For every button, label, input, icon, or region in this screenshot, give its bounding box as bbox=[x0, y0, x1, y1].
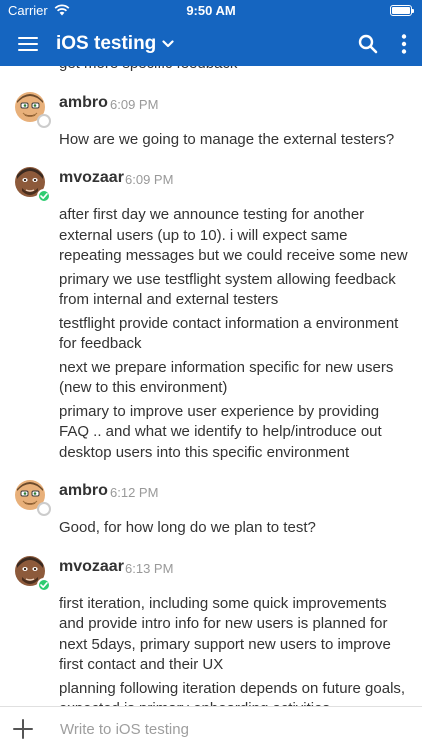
avatar[interactable] bbox=[13, 554, 51, 592]
message-text: primary to improve user experience by pr… bbox=[59, 402, 382, 461]
presence-online-badge bbox=[37, 189, 51, 203]
add-icon[interactable] bbox=[12, 718, 34, 740]
search-icon[interactable] bbox=[358, 34, 378, 54]
message-group: ambro 6:12 PM Good, for how long do we p… bbox=[0, 466, 422, 539]
avatar[interactable] bbox=[13, 478, 51, 516]
battery-icon bbox=[390, 5, 414, 16]
message-text: after first day we announce testing for … bbox=[59, 206, 408, 264]
message-text: How are we going to manage the external … bbox=[59, 130, 395, 148]
more-icon[interactable] bbox=[400, 33, 408, 55]
avatar[interactable] bbox=[13, 165, 51, 203]
message-time: 6:12 PM bbox=[110, 485, 159, 500]
room-title: iOS testing bbox=[56, 33, 157, 54]
message-composer bbox=[0, 706, 422, 750]
message-text: testflight provide contact information a… bbox=[59, 314, 399, 353]
app-header: iOS testing bbox=[0, 22, 422, 66]
room-title-button[interactable]: iOS testing bbox=[56, 30, 174, 58]
presence-away-badge bbox=[37, 502, 51, 516]
message-text: Good, for how long do we plan to test? bbox=[59, 519, 316, 536]
sender-name[interactable]: ambro bbox=[59, 482, 108, 500]
message-group: mvozaar 6:09 PM after first day we annou… bbox=[0, 153, 422, 463]
hamburger-icon[interactable] bbox=[18, 34, 38, 54]
message-group: ambro 6:09 PM How are we going to manage… bbox=[0, 78, 422, 151]
status-bar: Carrier 9:50 AM bbox=[0, 0, 422, 22]
message-time: 6:09 PM bbox=[110, 96, 159, 112]
chevron-down-icon bbox=[162, 40, 174, 48]
message-list[interactable]: get more specific feedback bbox=[0, 66, 422, 706]
sender-name[interactable]: mvozaar bbox=[59, 169, 124, 187]
check-icon bbox=[40, 581, 48, 588]
message-text: next we prepare information specific for… bbox=[59, 358, 394, 397]
status-time: 9:50 AM bbox=[186, 3, 236, 18]
message-text: get more specific feedback bbox=[0, 66, 422, 75]
avatar[interactable] bbox=[13, 90, 51, 128]
message-time: 6:09 PM bbox=[125, 172, 174, 187]
message-group: mvozaar 6:13 PM first iteration, includi… bbox=[0, 542, 422, 707]
message-time: 6:13 PM bbox=[125, 560, 174, 576]
message-text: first iteration, including some quick im… bbox=[59, 594, 391, 674]
message-input[interactable] bbox=[58, 715, 408, 743]
presence-away-badge bbox=[37, 113, 51, 128]
message-text: planning following iteration depends on … bbox=[59, 679, 406, 707]
sender-name[interactable]: ambro bbox=[59, 94, 108, 112]
presence-online-badge bbox=[37, 577, 51, 592]
sender-name[interactable]: mvozaar bbox=[59, 558, 124, 576]
check-icon bbox=[40, 193, 48, 199]
message-text: primary we use testflight system allowin… bbox=[59, 270, 396, 309]
